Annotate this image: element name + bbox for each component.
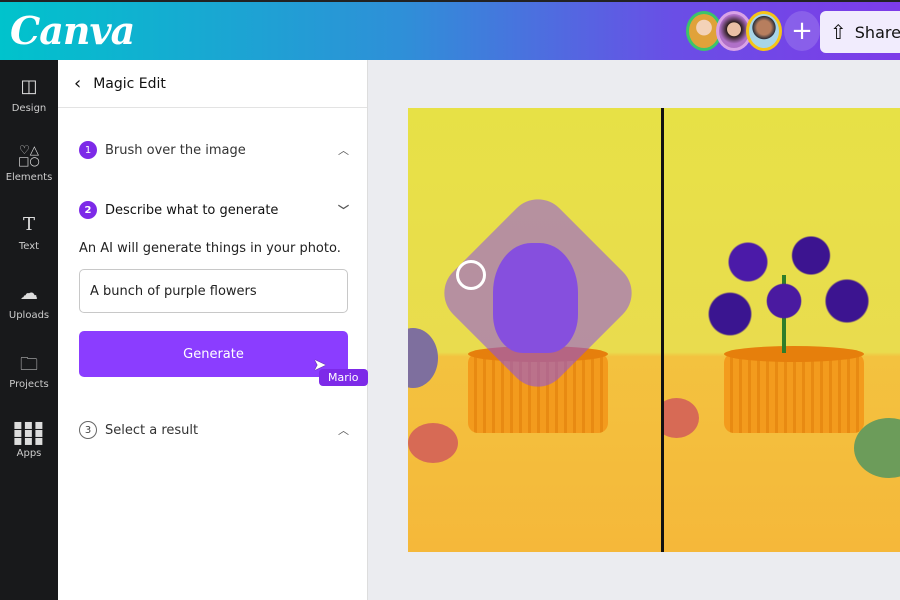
sidebar-item-design[interactable]: ◫ Design [0, 60, 58, 129]
prompt-input[interactable] [79, 269, 348, 313]
sidebar-label: Uploads [8, 309, 50, 321]
folder-icon: 🗀 [20, 353, 38, 375]
bowl [408, 423, 458, 463]
sidebar-label: Design [11, 102, 47, 114]
sidebar-item-uploads[interactable]: ☁ Uploads [0, 267, 58, 336]
canva-logo[interactable]: Canva [10, 8, 135, 53]
step-label: Select a result [105, 422, 199, 438]
bowl [664, 398, 699, 438]
step-label: Brush over the image [105, 142, 246, 158]
text-icon: T [22, 213, 35, 235]
sidebar-label: Projects [9, 378, 49, 390]
step-describe[interactable]: 2 Describe what to generate ﹀ [79, 201, 349, 219]
collaborator-cursor-label: Mario [319, 369, 368, 386]
cloud-upload-icon: ☁ [20, 282, 38, 304]
magic-edit-panel: ‹ Magic Edit 1 Brush over the image ︿ 2 Desc… [58, 60, 368, 600]
step-select-result[interactable]: 3 Select a result ︿ [79, 421, 349, 439]
purple-flowers [694, 223, 874, 353]
share-icon: ⇧ [830, 20, 847, 44]
collaborators: + [686, 11, 820, 51]
original-photo[interactable] [408, 108, 662, 552]
bowl [408, 328, 438, 388]
edited-photo[interactable] [664, 108, 900, 552]
sidebar-item-apps[interactable]: ▪▪▪ ▪▪▪ ▪▪▪ Apps [0, 405, 58, 474]
brush-cursor [456, 260, 486, 290]
chevron-up-icon[interactable]: ︿ [338, 142, 349, 158]
back-chevron-icon[interactable]: ‹ [74, 73, 81, 94]
sidebar-label: Apps [16, 447, 42, 459]
vase [724, 353, 864, 433]
sidebar-item-projects[interactable]: 🗀 Projects [0, 336, 58, 405]
avatar[interactable] [746, 11, 782, 51]
add-collaborator-button[interactable]: + [784, 11, 820, 51]
step-number: 3 [79, 421, 97, 439]
step-brush[interactable]: 1 Brush over the image ︿ [79, 141, 349, 159]
step-description: An AI will generate things in your photo… [79, 241, 341, 256]
step-label: Describe what to generate [105, 202, 279, 218]
sidebar-label: Elements [5, 171, 53, 183]
chevron-down-icon[interactable]: ﹀ [338, 202, 349, 218]
step-number: 1 [79, 141, 97, 159]
sidebar: ◫ Design ♡△ □○ Elements T Text ☁ Uploads 🗀 Pro… [0, 60, 58, 600]
shapes-icon: ♡△ □○ [18, 142, 40, 168]
sidebar-item-text[interactable]: T Text [0, 198, 58, 267]
share-label: Share [854, 22, 900, 42]
grid-icon: ▪▪▪ ▪▪▪ ▪▪▪ [13, 416, 45, 449]
brush-mask [431, 186, 645, 400]
panel-title: Magic Edit [93, 75, 166, 92]
sidebar-label: Text [18, 240, 40, 252]
generate-button[interactable]: Generate [79, 331, 348, 377]
top-bar: Canva + ⇧ Share [0, 0, 900, 60]
layout-icon: ◫ [20, 75, 38, 97]
share-button[interactable]: ⇧ Share [820, 11, 900, 53]
step-number: 2 [79, 201, 97, 219]
sidebar-item-elements[interactable]: ♡△ □○ Elements [0, 129, 58, 198]
chevron-up-icon[interactable]: ︿ [338, 422, 349, 438]
